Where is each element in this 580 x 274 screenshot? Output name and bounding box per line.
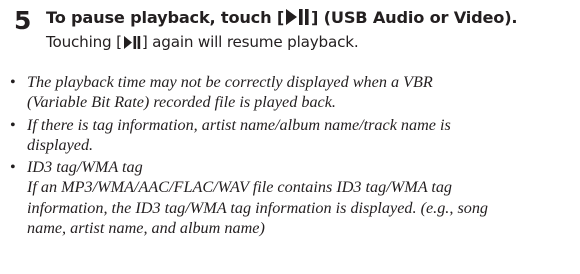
manual-page: 5 To pause playback, touch [ ] (USB Audio… <box>0 0 580 274</box>
step-body: To pause playback, touch [ ] (USB Audio o… <box>46 7 576 55</box>
bullet: • <box>10 73 16 91</box>
note-line: ID3 tag/WMA tag <box>27 158 143 177</box>
note-line: displayed. <box>27 135 94 154</box>
step-number: 5 <box>14 6 32 35</box>
note-line: If there is tag information, artist name… <box>27 115 451 134</box>
note-line: information, the ID3 tag/WMA tag informa… <box>27 198 489 217</box>
note-tag-information: • If there is tag information, artist na… <box>10 115 575 156</box>
note-id3-wma-tag: • ID3 tag/WMA tag If an MP3/WMA/AAC/FLAC… <box>10 157 575 238</box>
step-heading-text-after: ] (USB Audio or Video). <box>311 8 518 27</box>
note-line: (Variable Bit Rate) recorded file is pla… <box>27 93 336 112</box>
bullet: • <box>10 115 16 134</box>
step-description-text-before: Touching [ <box>46 33 122 51</box>
note-line: name, artist name, and album name) <box>27 219 265 238</box>
step-heading-text-before: To pause playback, touch [ <box>46 8 285 27</box>
bullet: • <box>10 158 16 177</box>
note-vbr-playback-time: • The playback time may not be correctly… <box>10 72 575 113</box>
play-pause-icon <box>123 33 141 55</box>
step-description-text-after: ] again will resume playback. <box>141 33 359 51</box>
step-heading: To pause playback, touch [ ] (USB Audio o… <box>46 7 576 31</box>
step-description: Touching [ ] again will resume playback. <box>46 31 576 55</box>
play-pause-icon <box>285 9 310 31</box>
notes-list: • The playback time may not be correctly… <box>10 72 575 240</box>
note-line: If an MP3/WMA/AAC/FLAC/WAV file contains… <box>27 178 453 197</box>
note-line: The playback time may not be correctly d… <box>27 73 433 91</box>
